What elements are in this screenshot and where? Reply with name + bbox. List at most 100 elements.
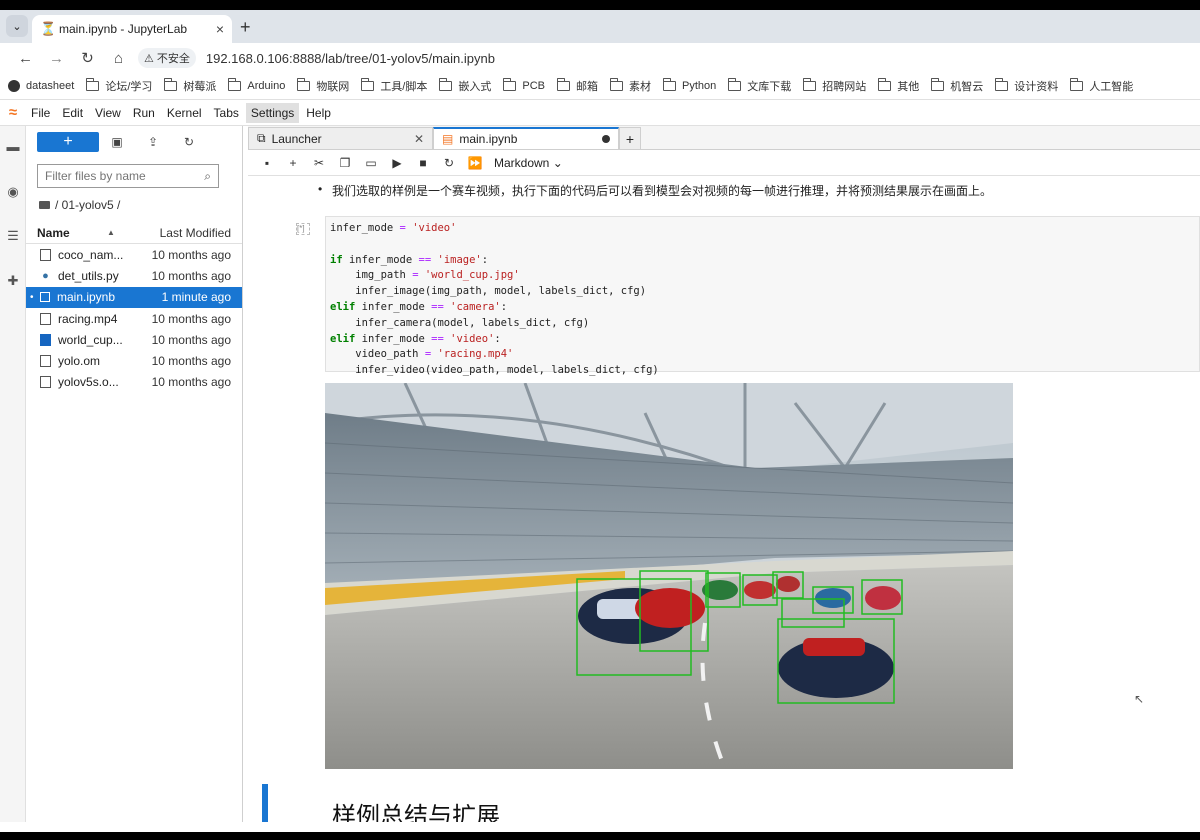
file-row[interactable]: coco_nam... 10 months ago xyxy=(26,244,242,265)
home-button[interactable]: ⌂ xyxy=(103,50,134,67)
new-folder-icon[interactable]: ▣ xyxy=(99,135,135,149)
bookmark-folder[interactable]: 素材 xyxy=(609,78,651,94)
running-icon[interactable]: ◉ xyxy=(5,184,21,200)
folder-icon xyxy=(360,78,375,91)
breadcrumb[interactable]: / 01-yolov5 / xyxy=(39,198,242,212)
active-cell-indicator xyxy=(262,784,268,822)
folder-icon xyxy=(802,78,817,91)
race-car xyxy=(778,638,894,698)
file-row-selected[interactable]: • main.ipynb 1 minute ago xyxy=(26,286,242,308)
folder-icon[interactable]: ▬ xyxy=(5,138,21,154)
image-icon xyxy=(40,333,51,346)
file-row[interactable]: yolo.om 10 months ago xyxy=(26,350,242,371)
notebook-content: 我们选取的样例是一个赛车视频，执行下面的代码后可以看到模型会对视频的每一帧进行推… xyxy=(248,176,1200,822)
filter-placeholder: Filter files by name xyxy=(45,169,146,183)
close-tab-icon[interactable]: × xyxy=(216,21,224,37)
notebook-icon: ▤ xyxy=(442,132,454,146)
close-icon[interactable]: ✕ xyxy=(414,132,424,146)
add-tab-button[interactable]: + xyxy=(619,127,641,149)
tab-launcher[interactable]: ⧉ Launcher ✕ xyxy=(248,127,433,149)
screen: ⌄ ⏳ main.ipynb - JupyterLab × + ← → ↻ ⌂ … xyxy=(0,10,1200,832)
column-last-modified[interactable]: Last Modified xyxy=(160,226,231,240)
menu-edit[interactable]: Edit xyxy=(57,103,88,123)
bookmark-folder[interactable]: 树莓派 xyxy=(163,78,216,94)
file-row[interactable]: racing.mp4 10 months ago xyxy=(26,308,242,329)
bookmark-folder[interactable]: Python xyxy=(662,78,716,92)
stop-icon[interactable]: ■ xyxy=(410,156,436,170)
jupyter-logo-icon: ≈ xyxy=(8,104,18,121)
forward-button[interactable]: → xyxy=(41,50,72,67)
bookmark-folder[interactable]: 嵌入式 xyxy=(438,78,491,94)
race-car xyxy=(815,588,851,608)
bookmark-folder[interactable]: Arduino xyxy=(227,78,285,92)
bookmark-folder[interactable]: 邮箱 xyxy=(556,78,598,94)
file-row[interactable]: ● det_utils.py 10 months ago xyxy=(26,265,242,286)
folder-icon xyxy=(163,78,178,91)
folder-icon xyxy=(502,78,517,91)
security-indicator[interactable]: ⚠ 不安全 xyxy=(138,48,196,68)
search-icon: ⌕ xyxy=(204,168,211,183)
restart-icon[interactable]: ↻ xyxy=(436,156,462,170)
racing-scene-image xyxy=(325,383,1013,769)
bookmark-folder[interactable]: 其他 xyxy=(877,78,919,94)
save-icon[interactable]: ▪ xyxy=(254,156,280,170)
new-tab-button[interactable]: + xyxy=(240,17,251,38)
new-launcher-button[interactable]: + xyxy=(37,132,99,152)
bookmark-folder[interactable]: 工具/脚本 xyxy=(360,78,427,94)
copy-icon[interactable]: ❐ xyxy=(332,156,358,170)
bookmark-folder[interactable]: 招聘网站 xyxy=(802,78,866,94)
cut-icon[interactable]: ✂ xyxy=(306,156,332,170)
menu-view[interactable]: View xyxy=(90,103,126,123)
cell-prompt: [*] xyxy=(296,223,310,235)
toc-icon[interactable]: ☰ xyxy=(5,228,21,244)
hourglass-icon: ⏳ xyxy=(40,21,57,36)
sort-ascending-icon: ▲ xyxy=(107,228,115,237)
tab-search-dropdown[interactable]: ⌄ xyxy=(6,15,28,37)
menu-kernel[interactable]: Kernel xyxy=(162,103,207,123)
reload-button[interactable]: ↻ xyxy=(72,49,103,67)
upload-icon[interactable]: ⇪ xyxy=(135,135,171,149)
code-cell[interactable]: infer_mode = 'video' if infer_mode == 'i… xyxy=(325,216,1200,376)
folder-icon xyxy=(609,78,623,91)
bookmark-folder[interactable]: 机智云 xyxy=(930,78,983,94)
filter-files-input[interactable]: Filter files by name ⌕ xyxy=(37,164,219,188)
breadcrumb-path: / 01-yolov5 / xyxy=(55,198,121,212)
insert-cell-icon[interactable]: + xyxy=(280,156,306,170)
launcher-icon: ⧉ xyxy=(257,131,266,145)
bookmark-datasheet[interactable]: datasheet xyxy=(8,80,74,92)
paste-icon[interactable]: ▭ xyxy=(358,156,384,170)
jupyter-menubar: ≈ File Edit View Run Kernel Tabs Setting… xyxy=(0,100,1200,126)
cell-type-select[interactable]: Markdown ⌄ xyxy=(494,156,563,170)
url-field[interactable]: ⚠ 不安全 192.168.0.106:8888/lab/tree/01-yol… xyxy=(138,46,1200,70)
file-list-header: Name ▲ Last Modified xyxy=(26,222,242,244)
menu-tabs[interactable]: Tabs xyxy=(209,103,244,123)
notebook-icon xyxy=(40,292,50,303)
bookmark-folder[interactable]: PCB xyxy=(502,78,545,92)
mouse-cursor-icon: ↖ xyxy=(1134,692,1145,706)
chevron-down-icon: ⌄ xyxy=(552,155,563,170)
url-text: 192.168.0.106:8888/lab/tree/01-yolov5/ma… xyxy=(205,50,495,66)
tab-main-notebook[interactable]: ▤ main.ipynb xyxy=(433,127,619,149)
menu-file[interactable]: File xyxy=(26,103,55,123)
folder-icon xyxy=(727,78,742,91)
running-dot-icon: • xyxy=(30,291,34,303)
column-name[interactable]: Name xyxy=(37,226,107,240)
file-row[interactable]: yolov5s.o... 10 months ago xyxy=(26,372,242,393)
bookmark-folder[interactable]: 物联网 xyxy=(296,78,349,94)
bookmark-folder[interactable]: 设计资料 xyxy=(994,78,1058,94)
file-icon xyxy=(40,355,51,368)
bookmark-folder[interactable]: 论坛/学习 xyxy=(85,78,152,94)
unsaved-dot-icon[interactable] xyxy=(602,135,610,143)
extension-icon[interactable]: ✚ xyxy=(5,273,21,289)
file-row[interactable]: world_cup... 10 months ago xyxy=(26,329,242,350)
bookmark-folder[interactable]: 人工智能 xyxy=(1069,78,1133,94)
back-button[interactable]: ← xyxy=(10,50,41,67)
menu-help[interactable]: Help xyxy=(301,103,336,123)
menu-run[interactable]: Run xyxy=(128,103,160,123)
browser-tab-main[interactable]: ⏳ main.ipynb - JupyterLab × xyxy=(32,15,232,43)
run-icon[interactable]: ▶ xyxy=(384,156,410,170)
bookmark-folder[interactable]: 文库下载 xyxy=(727,78,791,94)
fast-forward-icon[interactable]: ⏩ xyxy=(462,156,488,170)
refresh-icon[interactable]: ↻ xyxy=(171,135,207,149)
menu-settings[interactable]: Settings xyxy=(245,102,300,123)
